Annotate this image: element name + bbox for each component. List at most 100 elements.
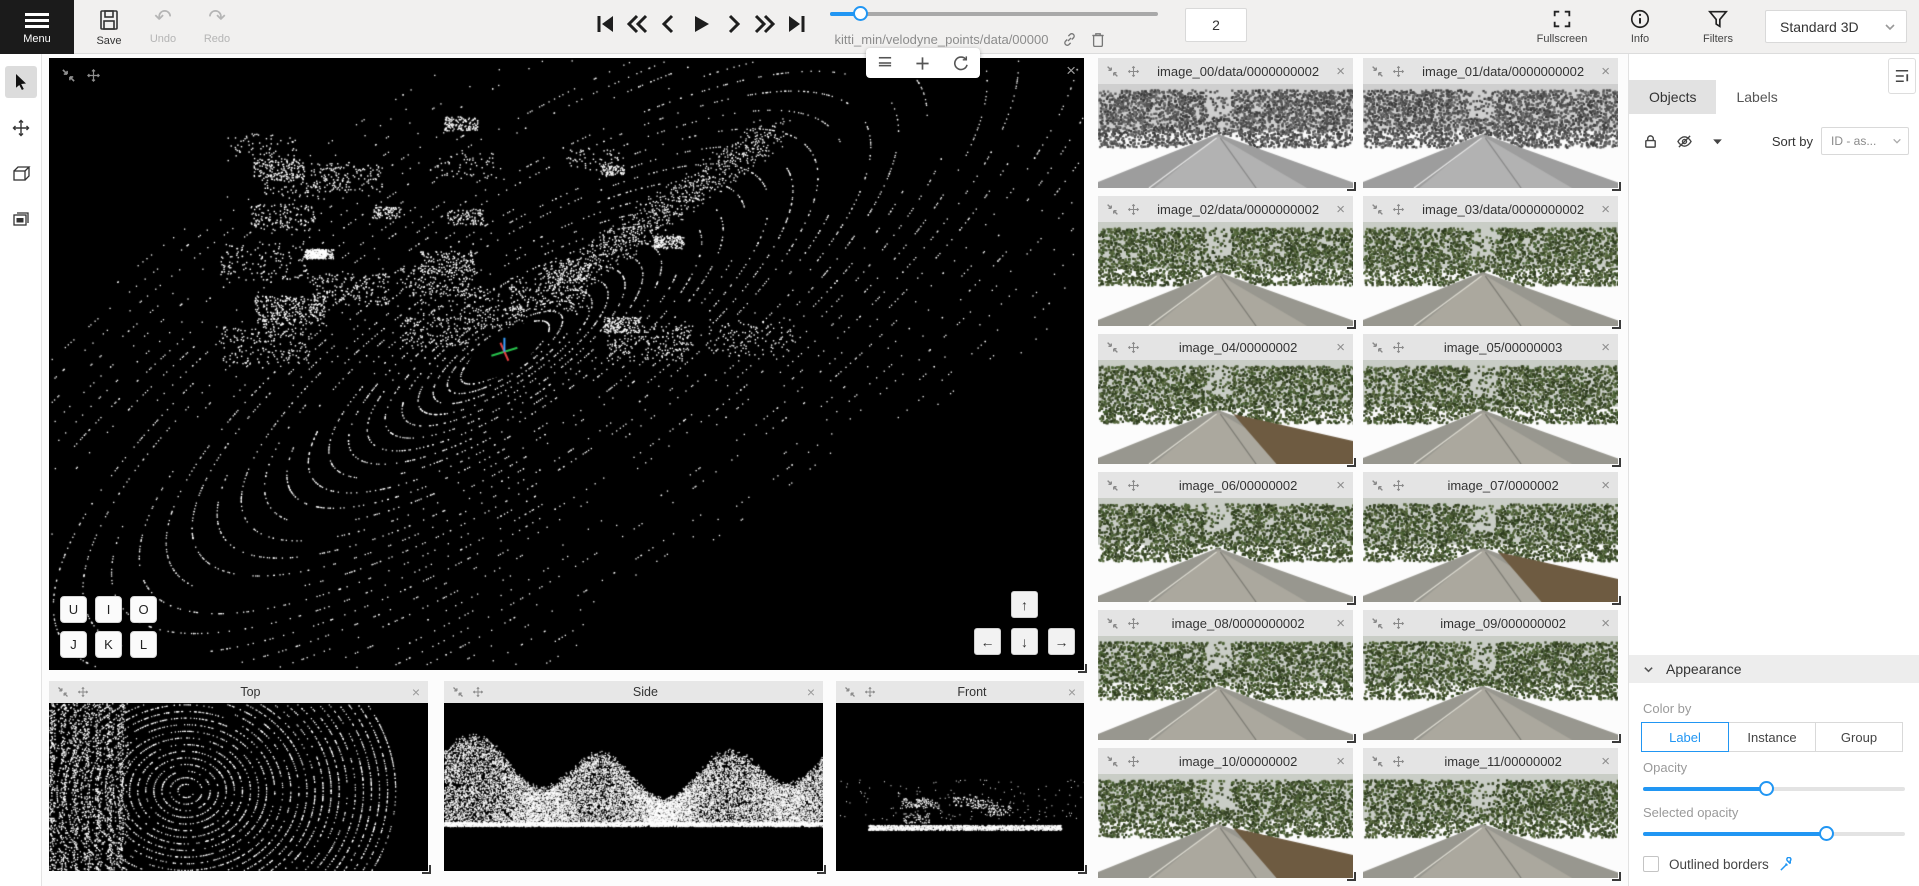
- collapse-icon[interactable]: [1106, 203, 1119, 216]
- opacity-slider[interactable]: [1643, 781, 1905, 797]
- thumbnail-image[interactable]: [1098, 360, 1353, 464]
- key-hint-k[interactable]: K: [95, 631, 122, 658]
- first-frame-button[interactable]: [592, 8, 618, 40]
- add-icon[interactable]: [915, 56, 930, 71]
- trash-icon[interactable]: [1091, 31, 1105, 47]
- collapse-icon[interactable]: [1371, 203, 1384, 216]
- collapse-icon[interactable]: [61, 68, 76, 83]
- cuboid-tool[interactable]: [5, 158, 37, 190]
- collapse-icon[interactable]: [1371, 479, 1384, 492]
- drag-move-icon[interactable]: [1127, 65, 1140, 78]
- frame-slider-track[interactable]: [830, 12, 1158, 16]
- panel-toggle-button[interactable]: [1888, 58, 1916, 94]
- thumbnail-resize-handle[interactable]: [1612, 320, 1621, 329]
- collapse-icon[interactable]: [1371, 65, 1384, 78]
- image-view-tool[interactable]: [5, 204, 37, 236]
- view-mode-select[interactable]: Standard 3D: [1765, 10, 1907, 43]
- key-hint-l[interactable]: L: [130, 631, 157, 658]
- thumbnail-resize-handle[interactable]: [1612, 182, 1621, 191]
- prev-frame-button[interactable]: [656, 8, 682, 40]
- drag-move-icon[interactable]: [1392, 203, 1405, 216]
- thumbnail-resize-handle[interactable]: [1612, 596, 1621, 605]
- undo-button[interactable]: ↶ Undo: [138, 6, 188, 45]
- thumbnail-close-button[interactable]: ×: [1601, 477, 1610, 494]
- key-hint-o[interactable]: O: [130, 596, 157, 623]
- ortho-view-canvas[interactable]: [836, 703, 1084, 871]
- thumbnail-resize-handle[interactable]: [1347, 458, 1356, 467]
- select-tool[interactable]: [5, 66, 37, 98]
- main-view-close-button[interactable]: ×: [1066, 62, 1076, 79]
- play-button[interactable]: [688, 8, 714, 40]
- thumbnail-resize-handle[interactable]: [1347, 596, 1356, 605]
- rewind-button[interactable]: [624, 8, 650, 40]
- collapse-icon[interactable]: [844, 686, 856, 698]
- next-frame-button[interactable]: [720, 8, 746, 40]
- drag-move-icon[interactable]: [1392, 341, 1405, 354]
- thumbnail-image[interactable]: [1363, 222, 1618, 326]
- ortho-view-resize-handle[interactable]: [817, 865, 826, 874]
- thumbnail-resize-handle[interactable]: [1347, 182, 1356, 191]
- collapse-icon[interactable]: [1106, 617, 1119, 630]
- thumbnail-close-button[interactable]: ×: [1336, 753, 1345, 770]
- tab-objects[interactable]: Objects: [1629, 80, 1716, 114]
- eyedropper-icon[interactable]: [1779, 857, 1794, 872]
- ortho-view-resize-handle[interactable]: [1078, 865, 1087, 874]
- thumbnail-image[interactable]: [1098, 222, 1353, 326]
- thumbnail-close-button[interactable]: ×: [1336, 477, 1345, 494]
- ortho-view-close-button[interactable]: ×: [1068, 684, 1076, 700]
- drag-move-icon[interactable]: [1127, 203, 1140, 216]
- ortho-view-close-button[interactable]: ×: [412, 684, 420, 700]
- frame-number-input[interactable]: [1185, 8, 1247, 42]
- drag-move-icon[interactable]: [1392, 617, 1405, 630]
- thumbnail-close-button[interactable]: ×: [1601, 63, 1610, 80]
- drag-move-icon[interactable]: [472, 686, 484, 698]
- pointcloud-canvas[interactable]: [49, 58, 1084, 670]
- collapse-icon[interactable]: [1106, 479, 1119, 492]
- hide-all-icon[interactable]: [1676, 134, 1693, 149]
- collapse-icon[interactable]: [1371, 341, 1384, 354]
- frame-slider[interactable]: [830, 12, 1158, 16]
- thumbnail-close-button[interactable]: ×: [1336, 339, 1345, 356]
- drag-move-icon[interactable]: [1392, 755, 1405, 768]
- thumbnail-close-button[interactable]: ×: [1601, 753, 1610, 770]
- link-icon[interactable]: [1062, 32, 1077, 47]
- drag-move-icon[interactable]: [1392, 479, 1405, 492]
- redo-button[interactable]: ↷ Redo: [192, 6, 242, 45]
- thumbnail-image[interactable]: [1098, 774, 1353, 878]
- fullscreen-button[interactable]: Fullscreen: [1531, 5, 1593, 45]
- ortho-view-canvas[interactable]: [49, 703, 428, 871]
- frame-slider-handle[interactable]: [853, 6, 868, 21]
- drag-move-icon[interactable]: [1127, 617, 1140, 630]
- collapse-icon[interactable]: [1371, 617, 1384, 630]
- key-hint-i[interactable]: I: [95, 596, 122, 623]
- outlined-borders-checkbox[interactable]: [1643, 856, 1659, 872]
- drag-move-icon[interactable]: [1127, 341, 1140, 354]
- tab-labels[interactable]: Labels: [1716, 80, 1797, 114]
- thumbnail-image[interactable]: [1363, 636, 1618, 740]
- thumbnail-resize-handle[interactable]: [1612, 872, 1621, 881]
- thumbnail-close-button[interactable]: ×: [1601, 615, 1610, 632]
- collapse-icon[interactable]: [1106, 755, 1119, 768]
- thumbnail-image[interactable]: [1098, 636, 1353, 740]
- thumbnail-image[interactable]: [1098, 84, 1353, 188]
- thumbnail-image[interactable]: [1363, 360, 1618, 464]
- filters-button[interactable]: Filters: [1687, 5, 1749, 45]
- drag-move-icon[interactable]: [1127, 755, 1140, 768]
- move-tool[interactable]: [5, 112, 37, 144]
- thumbnail-resize-handle[interactable]: [1347, 320, 1356, 329]
- drag-move-icon[interactable]: [1127, 479, 1140, 492]
- selected-opacity-slider[interactable]: [1643, 826, 1905, 842]
- ortho-view-canvas[interactable]: [444, 703, 823, 871]
- collapse-icon[interactable]: [1371, 755, 1384, 768]
- ortho-view-resize-handle[interactable]: [422, 865, 431, 874]
- collapse-icon[interactable]: [452, 686, 464, 698]
- lock-icon[interactable]: [1643, 134, 1658, 149]
- thumbnail-close-button[interactable]: ×: [1336, 63, 1345, 80]
- save-button[interactable]: Save: [84, 6, 134, 47]
- drag-move-icon[interactable]: [86, 68, 101, 83]
- thumbnail-resize-handle[interactable]: [1612, 458, 1621, 467]
- pan-left-button[interactable]: ←: [974, 628, 1001, 655]
- thumbnail-image[interactable]: [1363, 498, 1618, 602]
- pan-up-button[interactable]: ↑: [1011, 591, 1038, 618]
- pan-down-button[interactable]: ↓: [1011, 628, 1038, 655]
